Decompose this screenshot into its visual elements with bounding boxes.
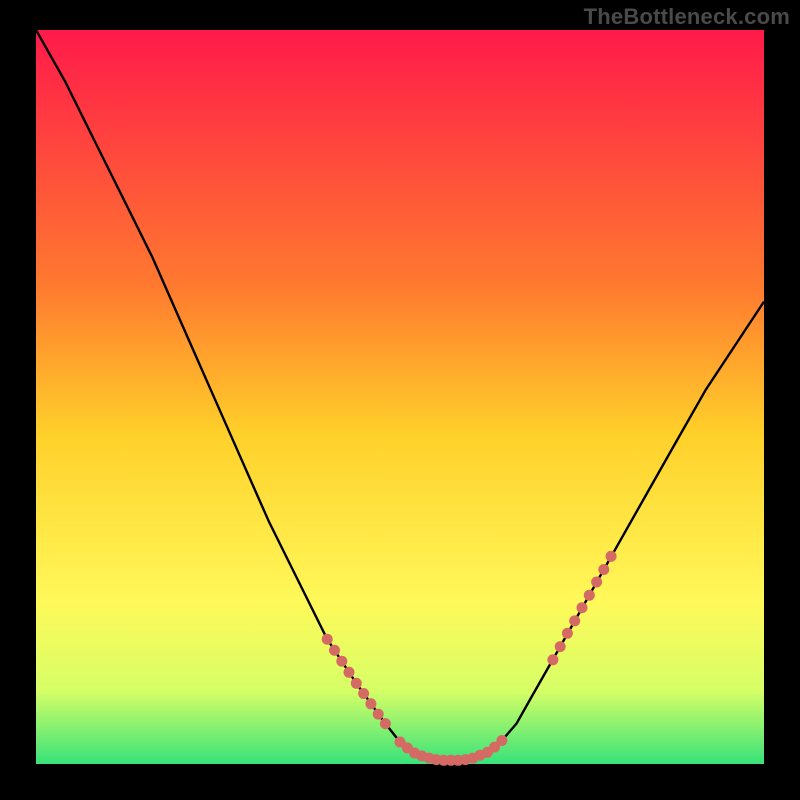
gradient-background <box>36 30 764 764</box>
chart-frame: TheBottleneck.com <box>0 0 800 800</box>
watermark: TheBottleneck.com <box>584 4 790 30</box>
chart-svg <box>0 0 800 800</box>
